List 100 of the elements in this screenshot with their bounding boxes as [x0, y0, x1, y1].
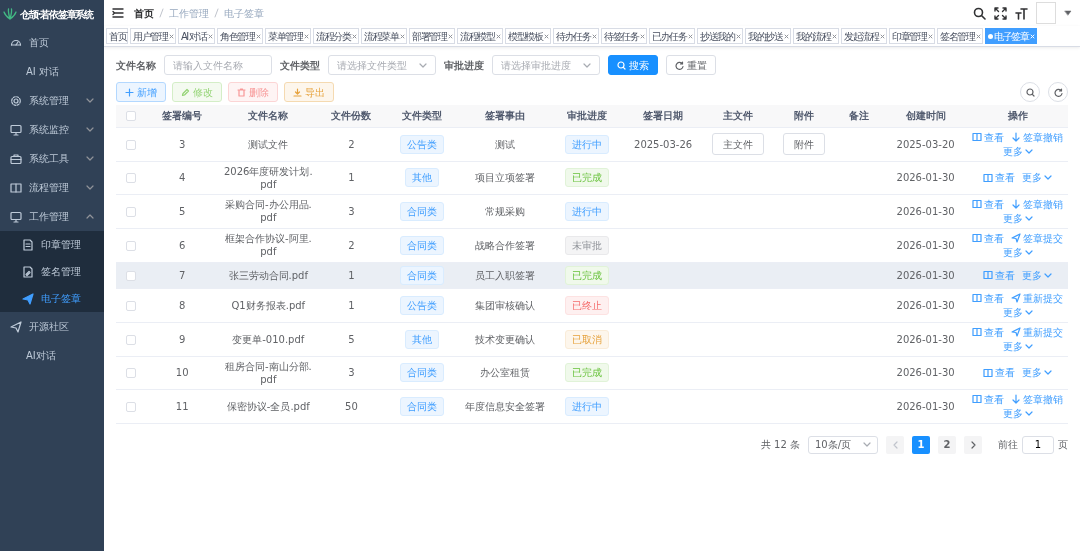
table-cell: 6 [178, 239, 186, 251]
close-icon [736, 33, 742, 39]
table-cell: 11 [175, 400, 189, 412]
table-cell: 战略合作签署 [474, 239, 535, 251]
toolbox-icon [10, 152, 22, 165]
status-tag: 已取消 [564, 329, 609, 349]
menu-icon [112, 7, 124, 19]
sidebar-subitem[interactable]: 印章管理 [0, 231, 104, 258]
tab[interactable]: 发起流程 [841, 28, 888, 44]
chevron-right-icon [969, 440, 977, 449]
view-icon [972, 132, 983, 142]
tab[interactable]: 流程模型 [457, 28, 504, 44]
table-cell: 5 [348, 333, 355, 345]
tab[interactable]: 首页 [106, 28, 128, 44]
row-checkbox[interactable] [126, 139, 137, 150]
sidebar-item[interactable]: 系统监控 [0, 115, 104, 144]
view-icon [983, 172, 994, 183]
column-header: 签署编号 [162, 110, 203, 122]
tab[interactable]: 印章管理 [889, 28, 936, 44]
input-field[interactable]: 请输入文件名称 [164, 55, 272, 75]
sidebar-item[interactable]: 首页 [0, 28, 104, 57]
tab[interactable]: 已办任务 [649, 28, 696, 44]
chevron-down-icon [1024, 214, 1033, 222]
tab[interactable]: 部署管理 [409, 28, 456, 44]
view-icon [972, 293, 983, 303]
close-icon [352, 33, 358, 39]
type-tag: 其他 [404, 329, 439, 349]
column-header: 文件份数 [331, 110, 372, 122]
tab[interactable]: 抄送我的 [697, 28, 744, 44]
tab[interactable]: 待办任务 [553, 28, 600, 44]
tab[interactable]: 模型模板 [505, 28, 552, 44]
chevron-down-icon [1024, 147, 1033, 155]
page-button[interactable]: 2 [938, 435, 956, 454]
table-cell: 2026-01-30 [896, 367, 955, 378]
chevron-down-icon [1024, 409, 1033, 417]
reset-button[interactable]: 重置 [666, 55, 716, 75]
search-toggle-button[interactable] [1020, 82, 1040, 102]
close-icon [1030, 33, 1036, 39]
tab[interactable]: 用户管理 [130, 28, 176, 44]
breadcrumb-separator-icon [214, 8, 219, 18]
row-checkbox[interactable] [126, 334, 137, 345]
tab[interactable]: 菜单管理 [265, 28, 312, 44]
tab[interactable]: 我的抄送 [745, 28, 792, 44]
sidebar-subitem[interactable]: 电子签章 [0, 285, 104, 312]
tab[interactable]: 我的流程 [793, 28, 840, 44]
chevron-up-icon [86, 213, 94, 220]
tab[interactable]: AI 对话 [178, 28, 216, 44]
row-checkbox[interactable] [126, 300, 137, 311]
sidebar-subitem[interactable]: 签名管理 [0, 258, 104, 285]
goto-suffix: 页 [1058, 438, 1068, 452]
column-header: 签署事由 [484, 110, 525, 122]
breadcrumb-item[interactable]: 首页 [134, 5, 154, 21]
sidebar-item[interactable]: 系统管理 [0, 86, 104, 115]
tab[interactable]: 流程菜单 [361, 28, 408, 44]
avatar-placeholder[interactable] [1036, 2, 1056, 24]
sidebar-item[interactable]: 工作管理 [0, 202, 104, 231]
tab[interactable]: 流程分类 [313, 28, 360, 44]
tab[interactable]: 角色管理 [217, 28, 264, 44]
monitor-icon [10, 123, 22, 136]
table-cell: 保密协议-全员.pdf [226, 400, 310, 412]
field-label: 文件类型 [280, 58, 320, 73]
page-number-field[interactable]: 1 [1022, 435, 1054, 454]
breadcrumb-item: 电子签章 [224, 6, 264, 21]
fullscreen-icon [994, 6, 1007, 20]
sidebar-item[interactable]: AI 对话 [0, 57, 104, 86]
main-file-button[interactable]: 主文件 [712, 133, 765, 155]
sidebar-item[interactable]: 流程管理 [0, 173, 104, 202]
sidebar-item[interactable]: 开源社区 [0, 312, 104, 341]
select-all-checkbox[interactable] [126, 111, 137, 122]
table-cell: 2026-01-30 [896, 299, 955, 311]
sidebar-item[interactable]: AI对话 [0, 341, 104, 370]
chevron-down-icon [86, 97, 94, 104]
row-checkbox[interactable] [126, 401, 137, 412]
column-header: 审批进度 [566, 110, 607, 122]
tab[interactable]: 签名管理 [937, 28, 984, 44]
search-icon [973, 6, 986, 20]
tab[interactable]: 待签任务 [601, 28, 648, 44]
table-cell: 3 [348, 205, 355, 217]
chevron-down-icon [1024, 308, 1033, 316]
arrow-down-icon [1011, 394, 1022, 404]
total-count: 共 12 条 [760, 438, 800, 452]
refresh-button[interactable] [1048, 82, 1068, 102]
table-cell: 9 [178, 333, 186, 345]
page-size-select[interactable]: 10条/页 [808, 435, 878, 454]
attachment-button[interactable]: 附件 [783, 133, 826, 155]
leaf-logo-icon [3, 8, 17, 20]
trash-icon [237, 87, 246, 97]
table-cell: 1 [348, 172, 355, 183]
row-checkbox[interactable] [126, 240, 137, 251]
row-checkbox[interactable] [126, 270, 137, 281]
table-cell: 7 [178, 269, 186, 281]
sidebar-item[interactable]: 系统工具 [0, 144, 104, 173]
table-cell: Q1财务报表.pdf [231, 299, 306, 311]
search-icon [617, 60, 626, 70]
row-checkbox[interactable] [126, 173, 137, 183]
next-page-button[interactable] [964, 435, 982, 454]
table-cell: 办公室租赁 [479, 367, 530, 378]
row-checkbox[interactable] [126, 206, 137, 217]
row-checkbox[interactable] [126, 368, 137, 378]
status-tag: 已终止 [564, 295, 609, 315]
